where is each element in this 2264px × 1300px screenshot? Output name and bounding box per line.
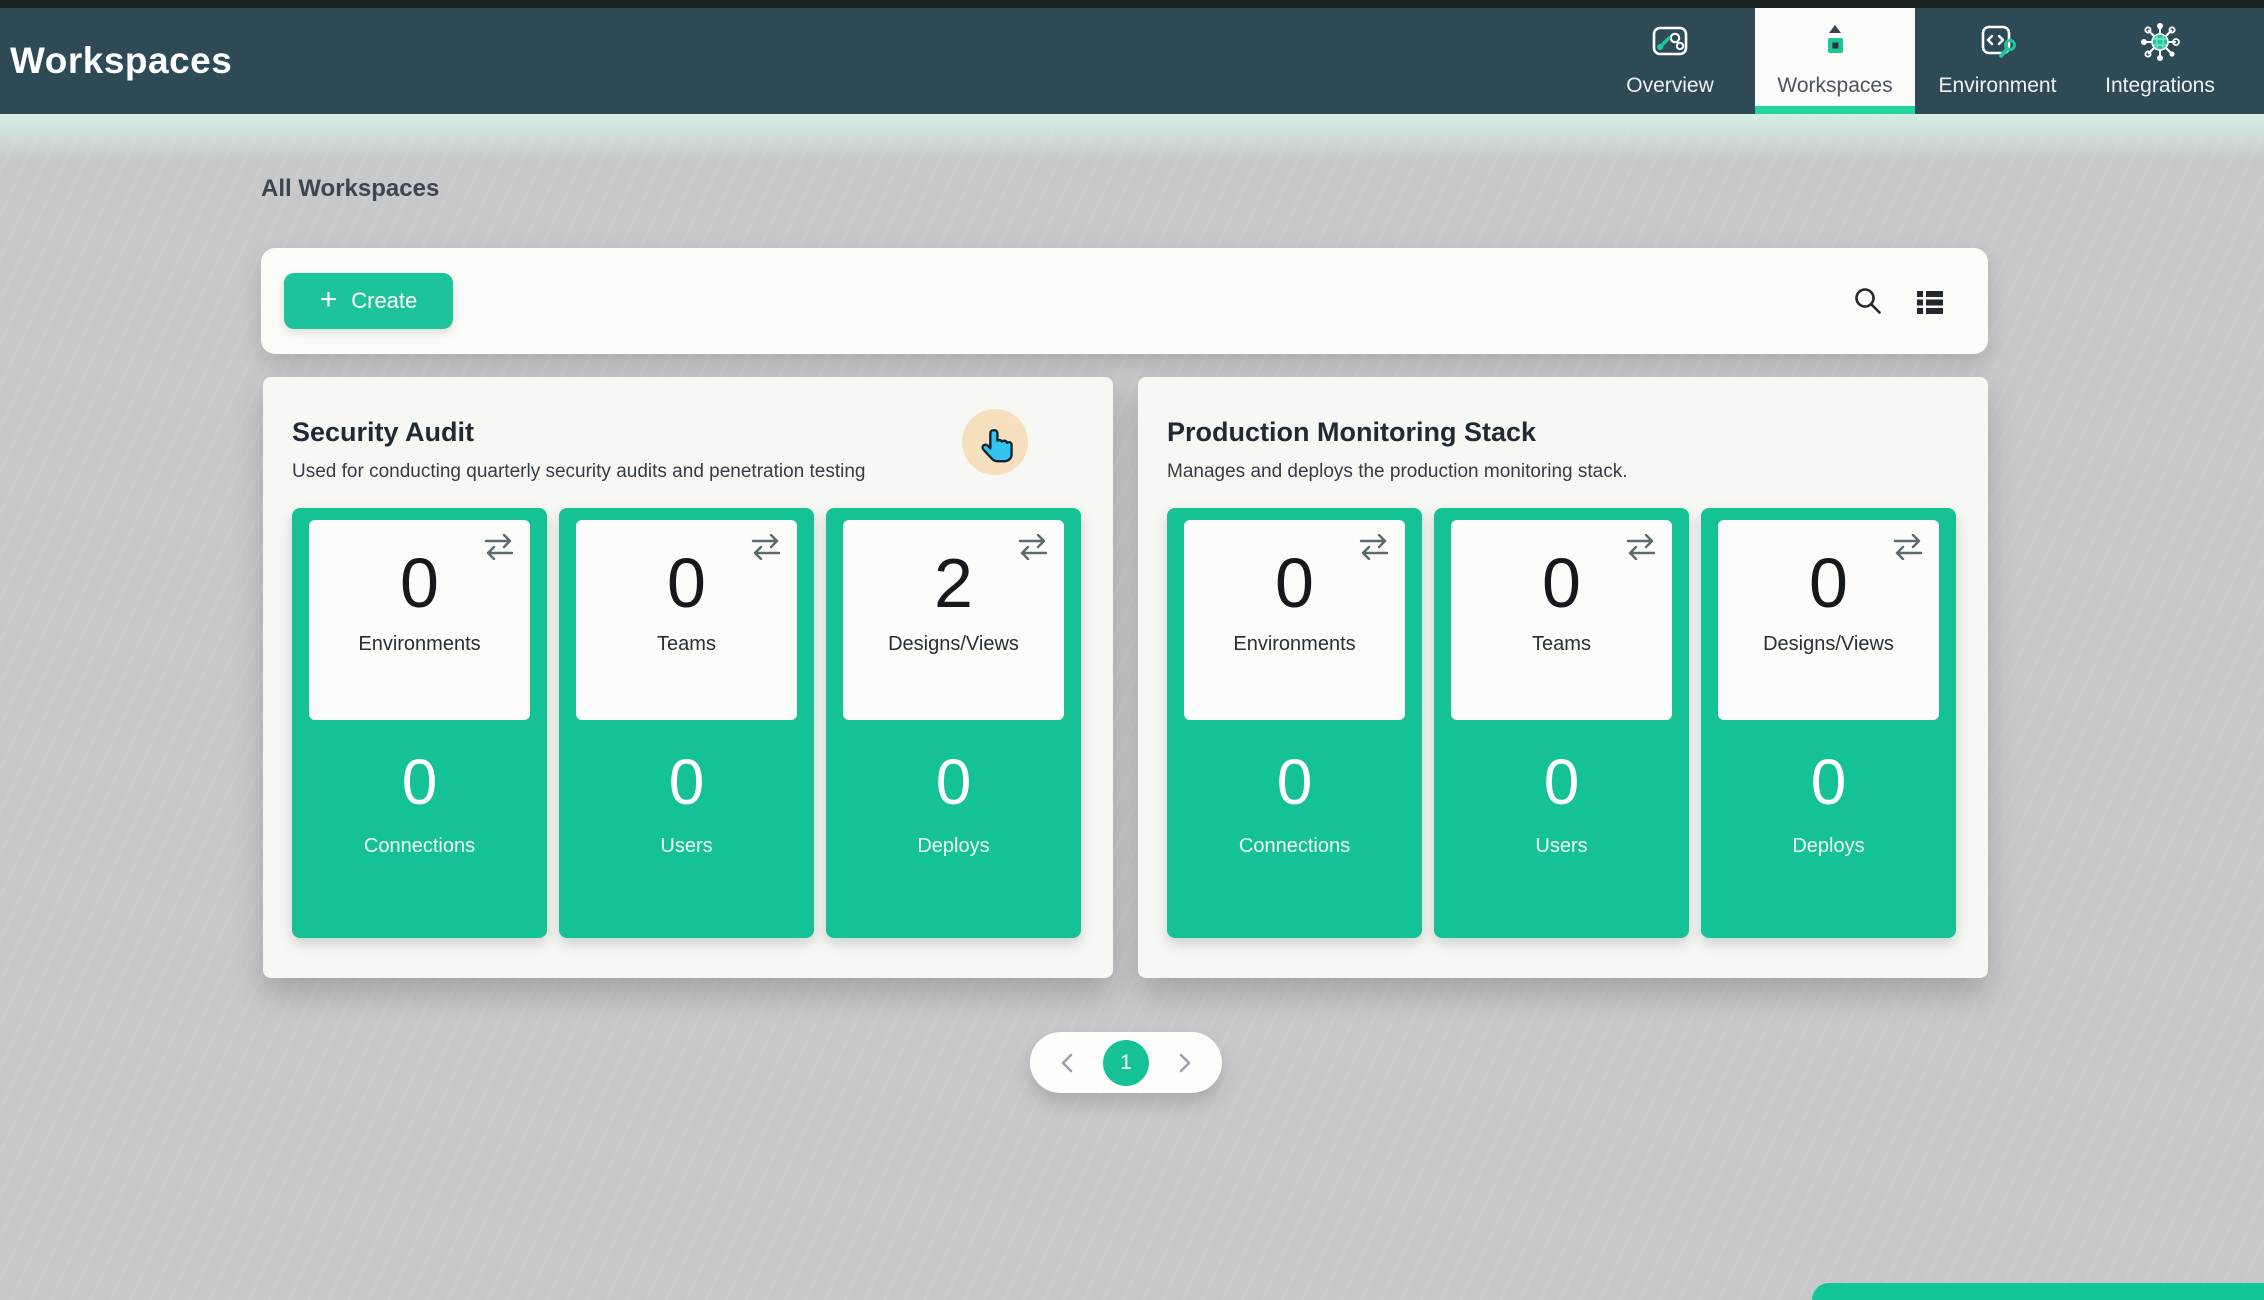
nav-label: Overview	[1626, 74, 1714, 98]
chevron-right-icon[interactable]	[1172, 1051, 1196, 1075]
stat-value: 0	[669, 744, 705, 821]
stat-tile-bottom: 0 Users	[1434, 720, 1689, 938]
workspace-description: Used for conducting quarterly security a…	[292, 461, 866, 483]
stat-label: Designs/Views	[1763, 633, 1894, 656]
workspace-card-production-monitoring[interactable]: Production Monitoring Stack Manages and …	[1138, 377, 1988, 978]
nav-label: Integrations	[2105, 74, 2215, 98]
stat-label: Teams	[1532, 633, 1591, 656]
stat-value: 0	[402, 744, 438, 821]
stat-value: 0	[1809, 536, 1848, 631]
app-logo: Workspaces	[10, 40, 232, 82]
list-view-icon[interactable]	[1913, 284, 1947, 318]
stat-label: Designs/Views	[888, 633, 1019, 656]
workspaces-toolbar: + Create	[261, 248, 1988, 354]
plus-icon: +	[320, 285, 338, 315]
stat-tile-top: 0 Teams	[576, 520, 797, 720]
overview-icon	[1647, 18, 1693, 66]
stat-value: 0	[400, 536, 439, 631]
stat-label: Connections	[1239, 835, 1350, 858]
main-nav: Overview Workspaces	[1585, 8, 2240, 114]
stat-tile-bottom: 0 Users	[559, 720, 814, 938]
nav-item-overview[interactable]: Overview	[1585, 8, 1755, 114]
swap-arrows-icon[interactable]	[1357, 534, 1391, 560]
nav-item-environment[interactable]: Environment	[1915, 8, 2080, 114]
workspaces-icon	[1812, 18, 1858, 66]
stat-tile-teams[interactable]: 0 Teams 0 Users	[559, 508, 814, 938]
stat-tile-top: 0 Environments	[309, 520, 530, 720]
nav-item-integrations[interactable]: Integrations	[2080, 8, 2240, 114]
stat-value: 0	[1811, 744, 1847, 821]
stat-label: Deploys	[1792, 835, 1864, 858]
stat-tile-bottom: 0 Connections	[292, 720, 547, 938]
swap-arrows-icon[interactable]	[1891, 534, 1925, 560]
environment-icon	[1975, 18, 2021, 66]
create-button[interactable]: + Create	[284, 273, 453, 329]
stat-tile-bottom: 0 Deploys	[1701, 720, 1956, 938]
stat-tile-bottom: 0 Deploys	[826, 720, 1081, 938]
stat-tile-environments[interactable]: 0 Environments 0 Connections	[292, 508, 547, 938]
stat-label: Users	[660, 835, 712, 858]
corner-action-peek[interactable]	[1812, 1283, 2264, 1300]
stat-value: 0	[667, 536, 706, 631]
stat-label: Users	[1535, 835, 1587, 858]
nav-label: Environment	[1939, 74, 2057, 98]
stat-tile-designs[interactable]: 0 Designs/Views 0 Deploys	[1701, 508, 1956, 938]
stat-label: Environments	[358, 633, 480, 656]
stat-tile-environments[interactable]: 0 Environments 0 Connections	[1167, 508, 1422, 938]
stat-tile-top: 0 Teams	[1451, 520, 1672, 720]
stat-label: Environments	[1233, 633, 1355, 656]
stat-value: 0	[936, 744, 972, 821]
window-top-strip	[0, 0, 2264, 8]
pagination: 1	[1030, 1032, 1222, 1093]
search-icon[interactable]	[1851, 284, 1885, 318]
stat-value: 0	[1542, 536, 1581, 631]
workspace-title: Production Monitoring Stack	[1167, 417, 1536, 448]
app-header: Workspaces Overview	[0, 8, 2264, 114]
swap-arrows-icon[interactable]	[749, 534, 783, 560]
nav-label: Workspaces	[1777, 74, 1892, 98]
stat-tile-teams[interactable]: 0 Teams 0 Users	[1434, 508, 1689, 938]
page-number-button[interactable]: 1	[1103, 1040, 1149, 1086]
stat-value: 0	[1544, 744, 1580, 821]
workspace-title: Security Audit	[292, 417, 474, 448]
stat-label: Deploys	[917, 835, 989, 858]
stat-value: 0	[1275, 536, 1314, 631]
stat-label: Teams	[657, 633, 716, 656]
workspace-description: Manages and deploys the production monit…	[1167, 461, 1628, 483]
stat-label: Connections	[364, 835, 475, 858]
stat-tile-designs[interactable]: 2 Designs/Views 0 Deploys	[826, 508, 1081, 938]
chevron-left-icon[interactable]	[1056, 1051, 1080, 1075]
integrations-icon	[2137, 18, 2183, 66]
stat-value: 2	[934, 536, 973, 631]
page-title: All Workspaces	[261, 175, 439, 203]
stat-tile-top: 0 Designs/Views	[1718, 520, 1939, 720]
stat-tile-top: 0 Environments	[1184, 520, 1405, 720]
swap-arrows-icon[interactable]	[1624, 534, 1658, 560]
create-button-label: Create	[351, 288, 417, 314]
nav-item-workspaces[interactable]: Workspaces	[1755, 8, 1915, 114]
stat-tile-top: 2 Designs/Views	[843, 520, 1064, 720]
swap-arrows-icon[interactable]	[482, 534, 516, 560]
swap-arrows-icon[interactable]	[1016, 534, 1050, 560]
stat-value: 0	[1277, 744, 1313, 821]
stat-tile-bottom: 0 Connections	[1167, 720, 1422, 938]
header-fade	[0, 114, 2264, 162]
workspace-card-security-audit[interactable]: Security Audit Used for conducting quart…	[263, 377, 1113, 978]
